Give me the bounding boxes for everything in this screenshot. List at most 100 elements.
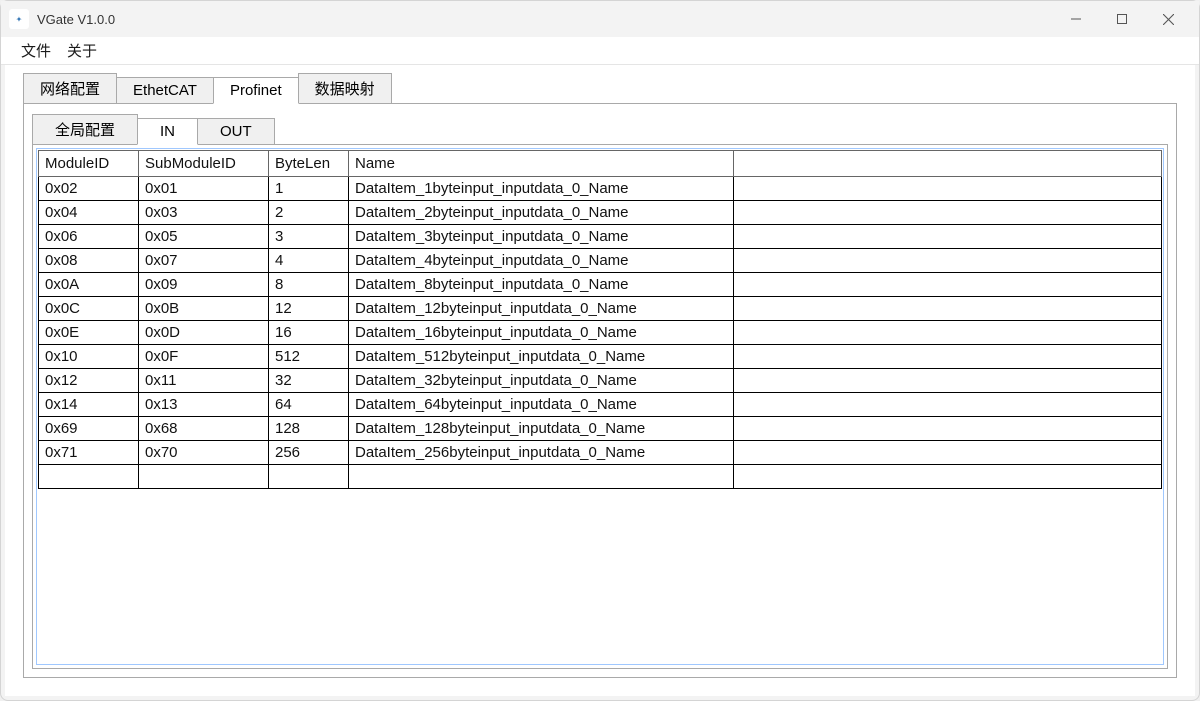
cell-len[interactable]: 256 [269,441,349,465]
subtab-in[interactable]: IN [137,118,198,145]
table-row[interactable]: 0x120x1132DataItem_32byteinput_inputdata… [39,369,1162,393]
cell-sub[interactable]: 0x0F [139,345,269,369]
table-row[interactable]: 0x710x70256DataItem_256byteinput_inputda… [39,441,1162,465]
cell-name[interactable]: DataItem_16byteinput_inputdata_0_Name [349,321,734,345]
cell-spacer [734,201,1162,225]
cell-len[interactable]: 12 [269,297,349,321]
cell-name[interactable]: DataItem_12byteinput_inputdata_0_Name [349,297,734,321]
tab-profinet[interactable]: Profinet [213,77,299,104]
app-icon: ✦ [9,9,29,29]
client-area: 网络配置 EthetCAT Profinet 数据映射 全局配置 IN OUT … [5,65,1195,696]
cell-name[interactable]: DataItem_64byteinput_inputdata_0_Name [349,393,734,417]
cell-name[interactable]: DataItem_32byteinput_inputdata_0_Name [349,369,734,393]
titlebar: ✦ VGate V1.0.0 [1,1,1199,37]
cell-sub[interactable]: 0x03 [139,201,269,225]
table-row[interactable]: 0x140x1364DataItem_64byteinput_inputdata… [39,393,1162,417]
cell-empty[interactable] [39,465,139,489]
cell-sub[interactable]: 0x0B [139,297,269,321]
menu-about[interactable]: 关于 [67,40,97,61]
cell-sub[interactable]: 0x70 [139,441,269,465]
cell-len[interactable]: 4 [269,249,349,273]
cell-empty[interactable] [349,465,734,489]
subtab-global[interactable]: 全局配置 [32,114,138,145]
header-name[interactable]: Name [349,151,734,177]
cell-spacer [734,345,1162,369]
cell-empty[interactable] [139,465,269,489]
cell-sub[interactable]: 0x07 [139,249,269,273]
cell-len[interactable]: 16 [269,321,349,345]
table-row[interactable]: 0x040x032DataItem_2byteinput_inputdata_0… [39,201,1162,225]
cell-module[interactable]: 0x0A [39,273,139,297]
sub-tabs: 全局配置 IN OUT [32,114,1168,145]
cell-spacer [734,417,1162,441]
table-wrapper: ModuleID SubModuleID ByteLen Name 0x020x… [36,148,1164,665]
cell-name[interactable]: DataItem_256byteinput_inputdata_0_Name [349,441,734,465]
cell-sub[interactable]: 0x11 [139,369,269,393]
tab-network[interactable]: 网络配置 [23,73,117,104]
cell-spacer [734,369,1162,393]
cell-module[interactable]: 0x04 [39,201,139,225]
minimize-button[interactable] [1053,3,1099,35]
data-table[interactable]: ModuleID SubModuleID ByteLen Name 0x020x… [38,150,1162,489]
cell-sub[interactable]: 0x68 [139,417,269,441]
cell-len[interactable]: 512 [269,345,349,369]
menu-file[interactable]: 文件 [21,40,51,61]
close-button[interactable] [1145,3,1191,35]
tab-body-profinet: 全局配置 IN OUT ModuleID SubModuleID ByteLen… [23,103,1177,678]
table-row[interactable]: 0x0C0x0B12DataItem_12byteinput_inputdata… [39,297,1162,321]
table-row[interactable]: 0x080x074DataItem_4byteinput_inputdata_0… [39,249,1162,273]
cell-empty[interactable] [269,465,349,489]
header-bytelen[interactable]: ByteLen [269,151,349,177]
cell-name[interactable]: DataItem_1byteinput_inputdata_0_Name [349,177,734,201]
window-title: VGate V1.0.0 [37,12,1053,27]
cell-module[interactable]: 0x02 [39,177,139,201]
cell-name[interactable]: DataItem_128byteinput_inputdata_0_Name [349,417,734,441]
cell-len[interactable]: 8 [269,273,349,297]
table-row[interactable]: 0x100x0F512DataItem_512byteinput_inputda… [39,345,1162,369]
cell-sub[interactable]: 0x01 [139,177,269,201]
cell-name[interactable]: DataItem_8byteinput_inputdata_0_Name [349,273,734,297]
cell-module[interactable]: 0x0C [39,297,139,321]
cell-len[interactable]: 32 [269,369,349,393]
cell-name[interactable]: DataItem_512byteinput_inputdata_0_Name [349,345,734,369]
cell-empty [734,465,1162,489]
table-row[interactable]: 0x0E0x0D16DataItem_16byteinput_inputdata… [39,321,1162,345]
cell-module[interactable]: 0x06 [39,225,139,249]
cell-module[interactable]: 0x69 [39,417,139,441]
subtab-out[interactable]: OUT [197,118,275,145]
cell-module[interactable]: 0x10 [39,345,139,369]
cell-name[interactable]: DataItem_4byteinput_inputdata_0_Name [349,249,734,273]
cell-module[interactable]: 0x12 [39,369,139,393]
header-spacer [734,151,1162,177]
cell-module[interactable]: 0x0E [39,321,139,345]
cell-spacer [734,249,1162,273]
table-row[interactable]: 0x020x011DataItem_1byteinput_inputdata_0… [39,177,1162,201]
cell-len[interactable]: 2 [269,201,349,225]
table-row-empty[interactable] [39,465,1162,489]
cell-module[interactable]: 0x71 [39,441,139,465]
cell-name[interactable]: DataItem_2byteinput_inputdata_0_Name [349,201,734,225]
header-moduleid[interactable]: ModuleID [39,151,139,177]
header-submoduleid[interactable]: SubModuleID [139,151,269,177]
table-row[interactable]: 0x060x053DataItem_3byteinput_inputdata_0… [39,225,1162,249]
cell-len[interactable]: 1 [269,177,349,201]
tab-ethercat[interactable]: EthetCAT [116,77,214,104]
cell-spacer [734,441,1162,465]
cell-sub[interactable]: 0x0D [139,321,269,345]
cell-sub[interactable]: 0x09 [139,273,269,297]
cell-len[interactable]: 64 [269,393,349,417]
tab-mapping[interactable]: 数据映射 [298,73,392,104]
table-row[interactable]: 0x0A0x098DataItem_8byteinput_inputdata_0… [39,273,1162,297]
cell-name[interactable]: DataItem_3byteinput_inputdata_0_Name [349,225,734,249]
cell-spacer [734,273,1162,297]
cell-len[interactable]: 128 [269,417,349,441]
cell-len[interactable]: 3 [269,225,349,249]
cell-module[interactable]: 0x14 [39,393,139,417]
main-tabs: 网络配置 EthetCAT Profinet 数据映射 [23,73,1177,104]
table-row[interactable]: 0x690x68128DataItem_128byteinput_inputda… [39,417,1162,441]
maximize-button[interactable] [1099,3,1145,35]
cell-sub[interactable]: 0x13 [139,393,269,417]
cell-module[interactable]: 0x08 [39,249,139,273]
cell-sub[interactable]: 0x05 [139,225,269,249]
window-controls [1053,3,1191,35]
